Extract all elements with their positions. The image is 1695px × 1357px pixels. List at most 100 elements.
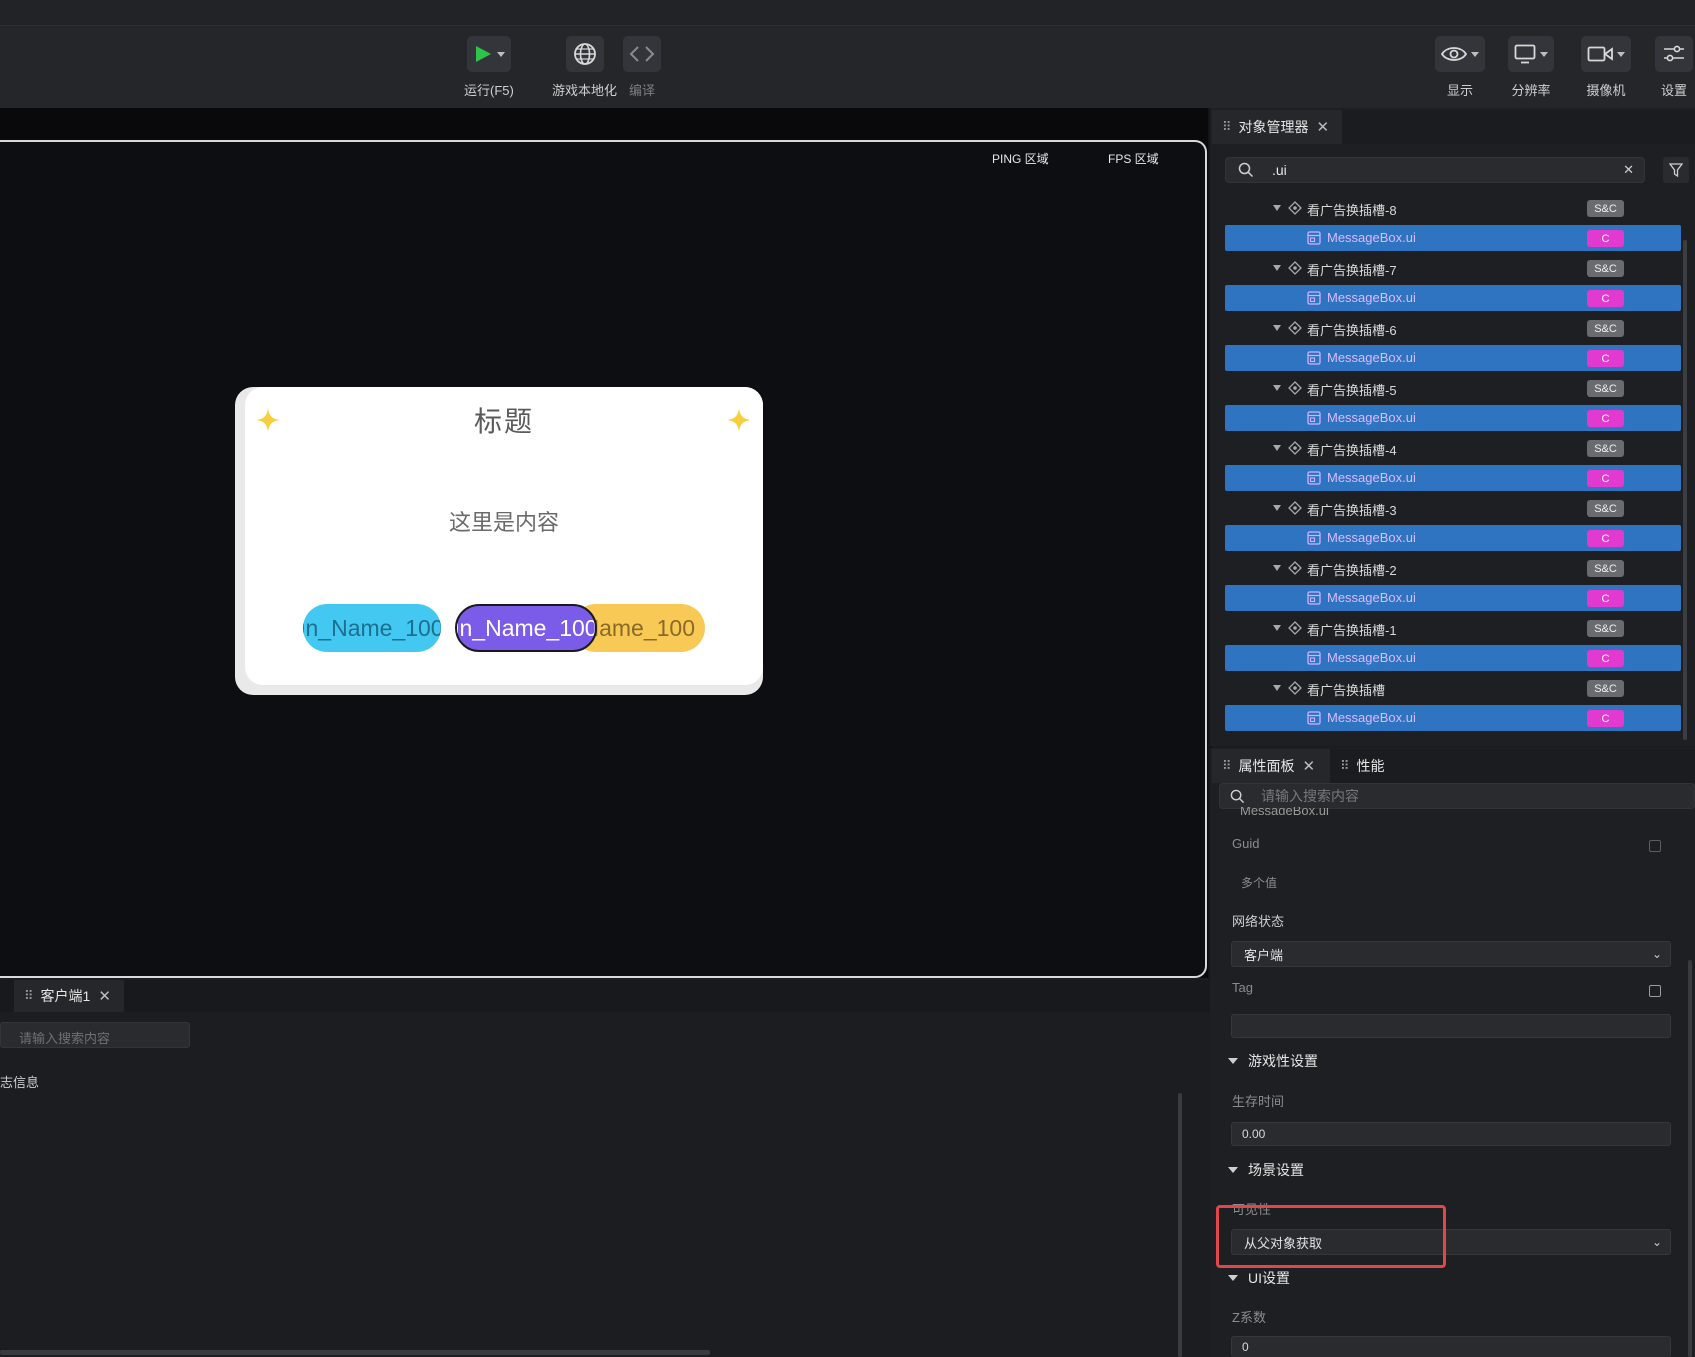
tag-input[interactable] [1231,1014,1671,1038]
drag-grip-icon[interactable]: ⠿ [1340,758,1349,774]
tree-row-node[interactable]: 看广告换插槽-3 S&C [1225,495,1681,521]
fps-area-label: FPS 区域 [1108,152,1159,166]
tab-client-1[interactable]: ⠿ 客户端1 ✕ [14,980,124,1012]
network-state-select[interactable]: 客户端 ⌄ [1231,941,1671,967]
clear-search-icon[interactable]: ✕ [1623,162,1634,178]
display-button-box[interactable] [1435,36,1485,72]
expand-caret-icon[interactable] [1273,505,1281,511]
compile-button-box[interactable] [623,36,661,72]
console-scrollbar[interactable] [1178,1093,1182,1357]
chevron-down-icon[interactable] [1471,51,1479,57]
settings-label: 设置 [1660,83,1687,98]
camera-button-box[interactable] [1581,36,1631,72]
tree-row-node[interactable]: 看广告换插槽-4 S&C [1225,435,1681,461]
expand-caret-icon[interactable] [1273,685,1281,691]
tab-client-1-label: 客户端1 [40,988,91,1004]
expand-caret-icon[interactable] [1273,325,1281,331]
object-node-icon [1288,261,1302,275]
expand-caret-icon[interactable] [1273,445,1281,451]
network-badge: S&C [1587,380,1624,397]
tree-row-ui[interactable]: MessageBox.ui C [1225,465,1681,491]
drag-grip-icon[interactable]: ⠿ [24,988,33,1004]
resolution-button[interactable]: 分辨率 [1508,36,1554,99]
drag-grip-icon[interactable]: ⠿ [1222,119,1231,135]
expand-caret-icon[interactable] [1273,625,1281,631]
network-badge: C [1587,230,1624,247]
object-node-icon [1288,561,1302,575]
settings-button-box[interactable] [1655,36,1693,72]
close-icon[interactable]: ✕ [98,987,111,1005]
message-box-button-2[interactable]: in_Name_100 [455,604,597,652]
ui-widget-icon [1307,291,1321,305]
lifetime-input[interactable]: 0.00 [1231,1122,1671,1146]
property-panel-scrollbar[interactable] [1688,960,1692,1357]
network-badge: C [1587,530,1624,547]
tree-row-label: MessageBox.ui [1327,470,1416,485]
object-node-icon [1288,201,1302,215]
tree-row-node[interactable]: 看广告换插槽-6 S&C [1225,315,1681,341]
localize-button-box[interactable] [565,36,604,72]
object-tree-scrollbar[interactable] [1683,240,1687,740]
console-horizontal-scrollbar[interactable] [0,1350,710,1355]
camera-button[interactable]: 摄像机 [1581,36,1631,99]
tree-row-ui[interactable]: MessageBox.ui C [1225,645,1681,671]
ui-settings-section[interactable]: UI设置 [1222,1263,1685,1293]
tree-row-ui[interactable]: MessageBox.ui C [1225,225,1681,251]
z-factor-input[interactable]: 0 [1231,1336,1671,1357]
copy-icon[interactable] [1649,985,1661,997]
tree-row-node[interactable]: 看广告换插槽-1 S&C [1225,615,1681,641]
compile-button[interactable]: 编译 [623,36,661,99]
message-box-button-1[interactable]: in_Name_100 [303,604,441,652]
expand-caret-icon[interactable] [1273,565,1281,571]
scene-settings-section[interactable]: 场景设置 [1222,1155,1685,1185]
tab-performance[interactable]: ⠿ 性能 [1330,749,1410,783]
display-button[interactable]: 显示 [1435,36,1485,99]
run-button-box[interactable] [466,36,511,72]
tab-object-manager[interactable]: ⠿ 对象管理器 ✕ [1212,110,1342,144]
settings-button[interactable]: 设置 [1655,36,1693,99]
close-icon[interactable]: ✕ [1303,757,1316,775]
tree-row-label: 看广告换插槽-7 [1307,263,1397,278]
gameplay-settings-section[interactable]: 游戏性设置 [1222,1046,1685,1076]
tree-row-node[interactable]: 看广告换插槽 S&C [1225,675,1681,701]
object-node-icon [1288,381,1302,395]
tree-row-node[interactable]: 看广告换插槽-7 S&C [1225,255,1681,281]
expand-caret-icon[interactable] [1273,265,1281,271]
tab-performance-label: 性能 [1356,758,1385,774]
chevron-down-icon[interactable] [496,51,505,57]
drag-grip-icon[interactable]: ⠿ [1222,758,1231,774]
run-button[interactable]: 运行(F5) [464,36,514,99]
ui-settings-title: UI设置 [1248,1270,1290,1286]
tree-row-ui[interactable]: MessageBox.ui C [1225,285,1681,311]
tab-properties[interactable]: ⠿ 属性面板 ✕ [1212,749,1330,783]
object-search-input[interactable]: .ui ✕ [1225,157,1645,183]
ui-widget-icon [1307,711,1321,725]
object-manager-tabbar: ⠿ 对象管理器 ✕ [1212,110,1695,144]
tree-row-ui[interactable]: MessageBox.ui C [1225,585,1681,611]
property-search-input[interactable]: 请输入搜索内容 [1219,783,1695,809]
tree-row-node[interactable]: 看广告换插槽-8 S&C [1225,195,1681,221]
tree-row-label: MessageBox.ui [1327,290,1416,305]
tree-row-ui[interactable]: MessageBox.ui C [1225,345,1681,371]
localize-button[interactable]: 游戏本地化 [552,36,617,99]
object-name-cut: MessageBox.ui [1240,807,1329,815]
chevron-down-icon[interactable] [1617,51,1625,57]
tree-row-ui[interactable]: MessageBox.ui C [1225,705,1681,731]
console-search-placeholder: 请输入搜索内容 [19,1031,111,1046]
expand-caret-icon[interactable] [1273,385,1281,391]
network-badge: C [1587,470,1624,487]
expand-caret-icon[interactable] [1273,205,1281,211]
tree-row-node[interactable]: 看广告换插槽-2 S&C [1225,555,1681,581]
object-node-icon [1288,321,1302,335]
close-icon[interactable]: ✕ [1317,118,1330,136]
console-search-input[interactable]: 请输入搜索内容 [0,1022,190,1048]
tree-row-ui[interactable]: MessageBox.ui C [1225,405,1681,431]
resolution-label: 分辨率 [1511,83,1551,98]
tree-row-ui[interactable]: MessageBox.ui C [1225,525,1681,551]
object-node-icon [1288,621,1302,635]
tree-row-node[interactable]: 看广告换插槽-5 S&C [1225,375,1681,401]
copy-icon[interactable] [1649,840,1661,852]
filter-button[interactable] [1663,157,1689,183]
chevron-down-icon[interactable] [1540,51,1548,57]
resolution-button-box[interactable] [1508,36,1554,72]
